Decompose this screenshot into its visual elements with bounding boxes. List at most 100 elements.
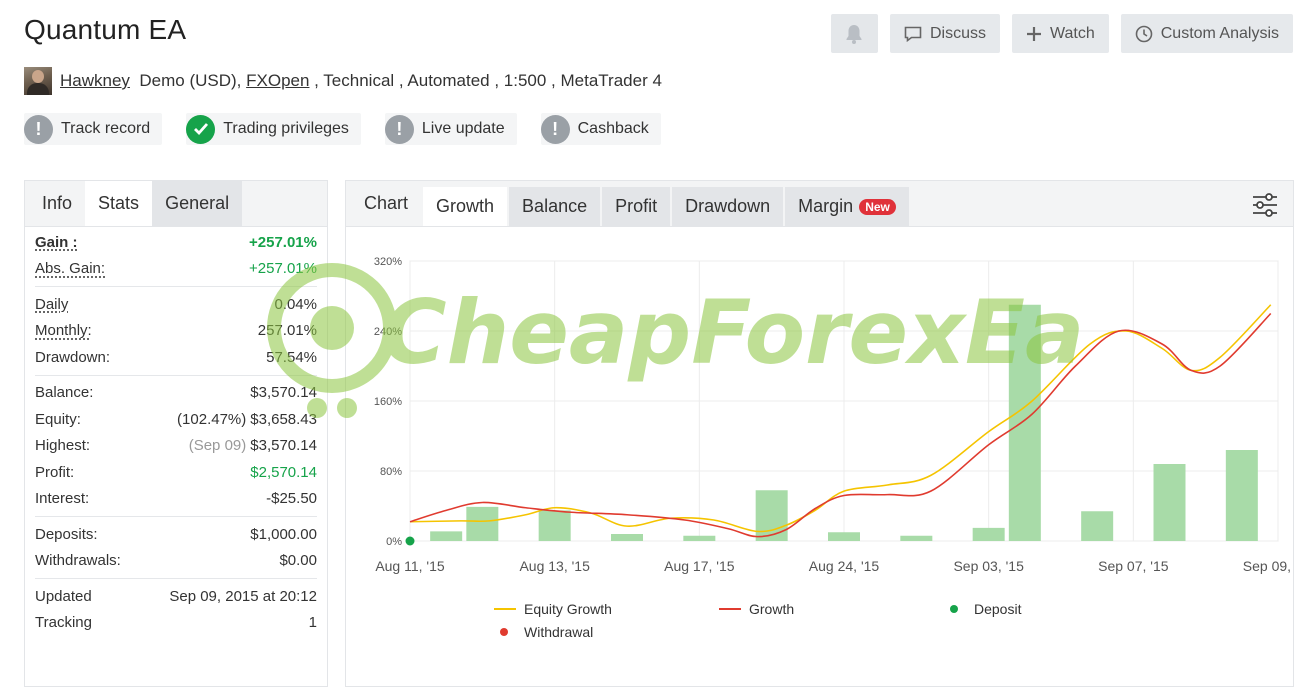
badge-track-record[interactable]: ! Track record — [24, 113, 163, 145]
tab-profit[interactable]: Profit — [602, 187, 671, 226]
chart-bar — [683, 535, 716, 541]
x-tick-label: Aug 17, '15 — [664, 558, 735, 574]
custom-analysis-button[interactable]: Custom Analysis — [1120, 14, 1293, 53]
stat-drawdown: Drawdown: 57.54% — [35, 348, 317, 366]
badge-label: Track record — [61, 120, 151, 137]
chart-bar — [430, 531, 463, 541]
tab-margin[interactable]: Margin New — [785, 187, 909, 226]
account-meta: Hawkney Demo (USD), FXOpen , Technical ,… — [24, 67, 662, 95]
check-icon — [186, 114, 216, 144]
y-tick-label: 160% — [374, 396, 402, 408]
legend-growth[interactable]: Growth — [719, 601, 794, 617]
y-tick-label: 240% — [374, 326, 402, 338]
chart-bar — [755, 490, 788, 541]
avatar[interactable] — [24, 67, 52, 95]
plus-icon — [1026, 26, 1041, 41]
stat-profit: Profit: $2,570.14 — [35, 463, 317, 481]
user-link[interactable]: Hawkney — [60, 71, 130, 91]
chart-bar — [538, 510, 571, 541]
notify-button[interactable] — [830, 14, 878, 53]
x-tick-label: Sep 03, '15 — [953, 558, 1024, 574]
exclamation-icon: ! — [24, 114, 53, 144]
tab-growth[interactable]: Growth — [423, 187, 508, 226]
growth-chart[interactable]: 320% 240% 160% 80% 0% Aug 11, '15 Aug 13, '15 A… — [346, 239, 1293, 579]
exclamation-icon: ! — [384, 114, 414, 144]
account-details: , Technical , Automated , 1:500 , MetaTr… — [309, 71, 662, 90]
badge-label: Cashback — [577, 120, 649, 137]
tab-info[interactable]: Info — [25, 181, 85, 226]
chart-bar — [1225, 450, 1258, 541]
badge-label: Live update — [421, 120, 505, 137]
badge-live-update[interactable]: ! Live update — [384, 113, 517, 145]
tab-balance[interactable]: Balance — [509, 187, 601, 226]
stat-highest: Highest: (Sep 09) $3,570.14 — [35, 437, 317, 455]
stat-gain: Gain : +257.01% — [35, 233, 317, 251]
clock-icon — [1135, 25, 1153, 42]
stat-tracking: Tracking 1 — [35, 614, 317, 632]
stat-updated: Updated Sep 09, 2015 at 20:12 — [35, 587, 317, 605]
stats-tabs: Info Stats General — [25, 181, 327, 227]
chart-bar — [828, 532, 860, 541]
broker-link[interactable]: FXOpen — [246, 71, 309, 91]
chart-tabs-label: Chart — [364, 193, 409, 213]
badge-trading-privileges[interactable]: Trading privileges — [186, 113, 361, 145]
y-tick-label: 80% — [380, 466, 402, 478]
discuss-button[interactable]: Discuss — [889, 14, 1000, 53]
watch-button[interactable]: Watch — [1011, 14, 1109, 53]
legend-swatch — [719, 608, 741, 610]
y-tick-label: 0% — [386, 536, 402, 548]
x-tick-label: Sep 07, '15 — [1098, 558, 1169, 574]
verification-badges: ! Track record Trading privileges ! Live… — [24, 113, 661, 145]
account-type: Demo (USD), — [139, 71, 242, 90]
discuss-label: Discuss — [929, 24, 986, 42]
chat-icon — [904, 26, 922, 42]
stat-equity: Equity: (102.47%) $3,658.43 — [35, 410, 317, 428]
badge-label: Trading privileges — [223, 120, 349, 137]
badge-cashback[interactable]: ! Cashback — [540, 113, 661, 145]
legend-withdrawal[interactable]: Withdrawal — [500, 624, 593, 640]
stat-deposits: Deposits: $1,000.00 — [35, 525, 317, 543]
chart-bar — [972, 527, 1005, 541]
header-actions: Discuss Watch Custom Analysis — [830, 14, 1293, 53]
legend-swatch — [950, 605, 958, 613]
x-tick-label: Aug 24, '15 — [809, 558, 880, 574]
divider — [35, 374, 317, 376]
watch-label: Watch — [1049, 24, 1095, 42]
stat-interest: Interest: -$25.50 — [35, 490, 317, 508]
chart-bar — [466, 506, 499, 541]
y-tick-label: 320% — [374, 256, 402, 268]
exclamation-icon: ! — [540, 114, 570, 144]
divider — [35, 578, 317, 579]
stat-abs-gain: Abs. Gain: +257.01% — [35, 260, 317, 278]
series-growth — [409, 312, 1272, 538]
divider — [35, 286, 317, 287]
stat-withdrawals: Withdrawals: $0.00 — [35, 552, 317, 570]
chart-tabs: Chart Growth Balance Profit Drawdown Mar… — [346, 181, 1293, 227]
x-tick-label: Aug 13, '15 — [519, 558, 590, 574]
stat-daily: Daily 0.04% — [35, 295, 317, 313]
chart-bar — [900, 535, 933, 541]
new-badge: New — [859, 198, 896, 215]
chart-bar — [611, 534, 643, 541]
stat-monthly: Monthly: 257.01% — [35, 322, 317, 340]
chart-bar — [1008, 304, 1041, 541]
sliders-icon[interactable] — [1251, 191, 1279, 219]
series-equity-growth — [409, 304, 1272, 533]
bell-icon — [846, 24, 862, 44]
stats-panel: Info Stats General Gain : +257.01% Abs. … — [24, 180, 328, 687]
tab-general[interactable]: General — [152, 181, 243, 226]
x-tick-label: Aug 11, '15 — [375, 558, 445, 574]
custom-analysis-label: Custom Analysis — [1160, 24, 1279, 42]
stat-balance: Balance: $3,570.14 — [35, 384, 317, 402]
legend-swatch — [500, 628, 508, 636]
page-title: Quantum EA — [24, 14, 187, 45]
legend-deposit[interactable]: Deposit — [950, 601, 1021, 617]
tab-margin-label: Margin — [798, 196, 854, 216]
deposit-marker — [405, 536, 415, 546]
x-tick-label: Sep 09, '15 — [1243, 558, 1293, 574]
chart-panel: Chart Growth Balance Profit Drawdown Mar… — [345, 180, 1294, 687]
tab-drawdown[interactable]: Drawdown — [672, 187, 784, 226]
legend-equity-growth[interactable]: Equity Growth — [494, 601, 612, 617]
divider — [35, 516, 317, 517]
tab-stats[interactable]: Stats — [85, 181, 153, 226]
